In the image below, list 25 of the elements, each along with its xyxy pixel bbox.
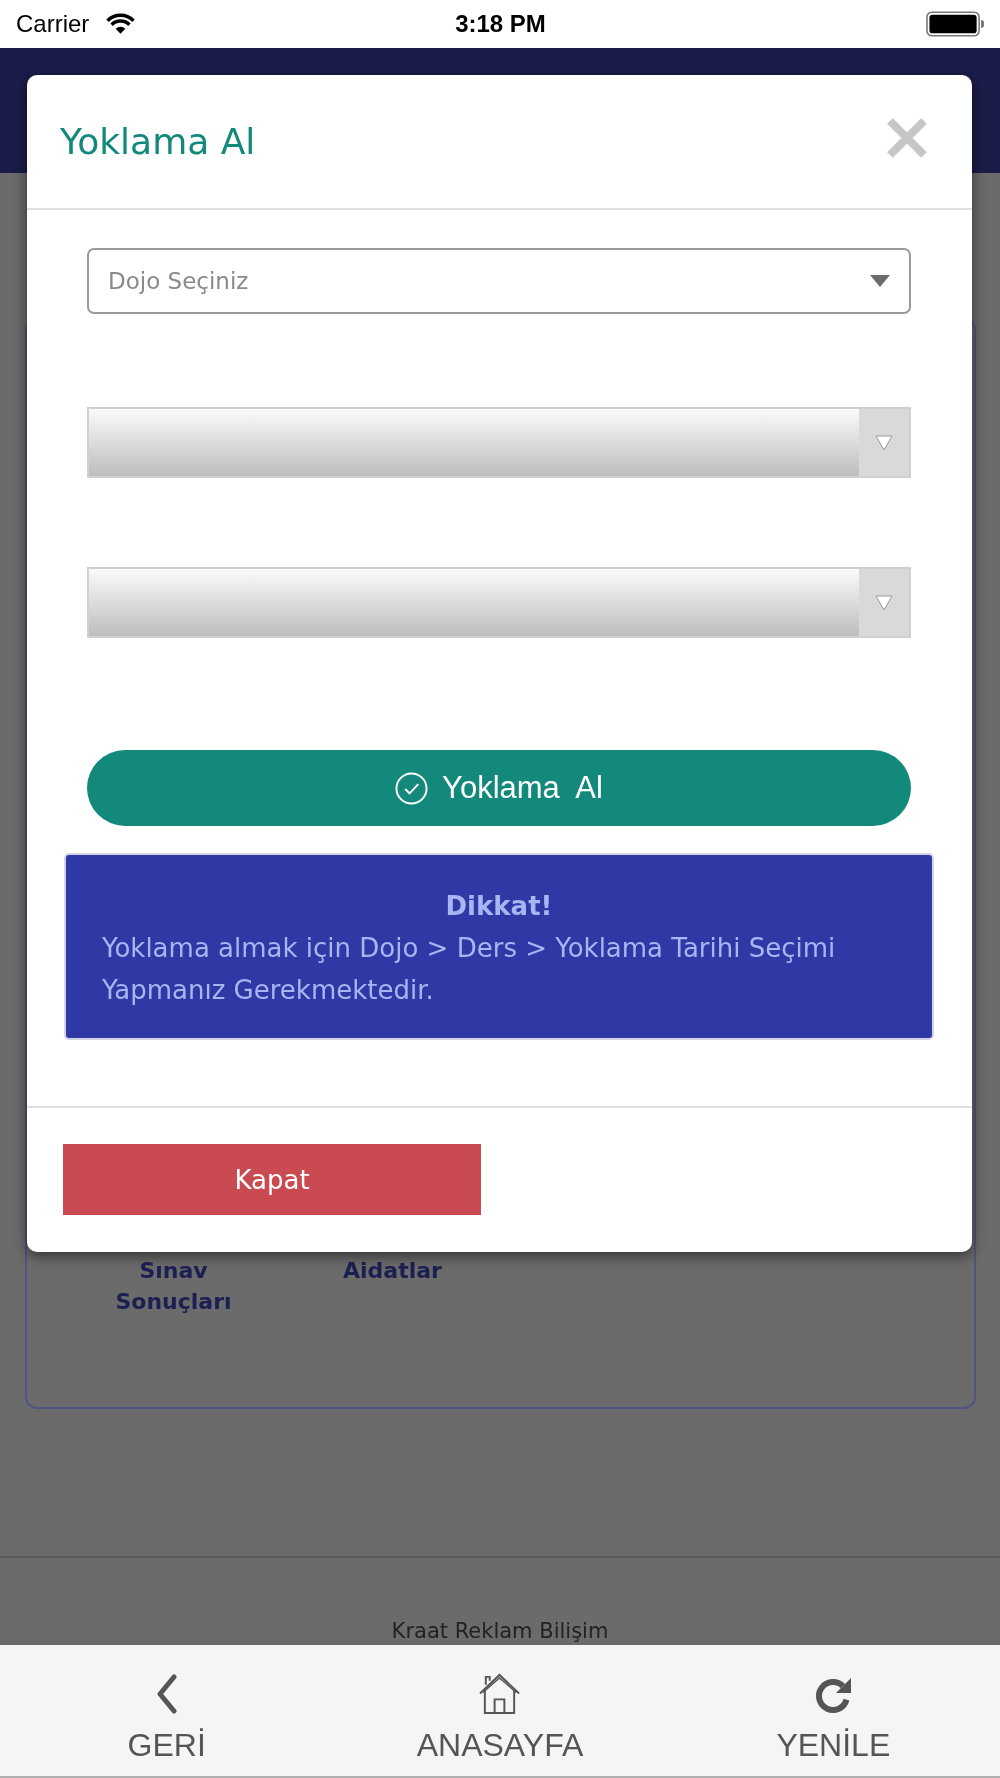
caret-icon [875, 594, 893, 611]
dropdown-field[interactable] [87, 407, 911, 478]
tab-bar-item[interactable]: ANASAYFA [416, 1645, 584, 1776]
wifi-icon [105, 13, 137, 35]
modal-title: Yoklama Al [60, 119, 256, 164]
close-button[interactable] [885, 116, 929, 159]
warning-title: Dikkat! [444, 890, 554, 923]
check-circle-icon [395, 771, 429, 805]
caret-icon [870, 275, 890, 287]
home-icon [478, 1672, 522, 1715]
dropdown-field[interactable]: Dojo Seçiniz [87, 248, 911, 314]
dropdown-field[interactable] [87, 567, 911, 638]
menu-tile-label[interactable]: Aidatlar [343, 1255, 442, 1286]
menu-tile-label[interactable]: Sınav Sonuçları [98, 1255, 249, 1317]
carrier-label: Carrier [16, 10, 90, 38]
footer-text: Kraat Reklam Bilişim [391, 1618, 609, 1645]
tab-bar-item[interactable]: YENİLE [776, 1645, 891, 1776]
caret-icon [875, 434, 893, 451]
battery-icon [926, 11, 985, 37]
submit-button[interactable]: Yoklama Al [87, 750, 911, 826]
warning-message: Yoklama almak için Dojo > Ders > Yoklama Tarihi Seçimi Yapmanız Gerekmektedir. [102, 932, 837, 1007]
clock-time: 3:18 PM [455, 10, 546, 38]
tab-bar-item[interactable]: GERİ [127, 1645, 206, 1776]
close-icon [885, 116, 929, 159]
close-dialog-button[interactable]: Kapat [63, 1144, 481, 1215]
